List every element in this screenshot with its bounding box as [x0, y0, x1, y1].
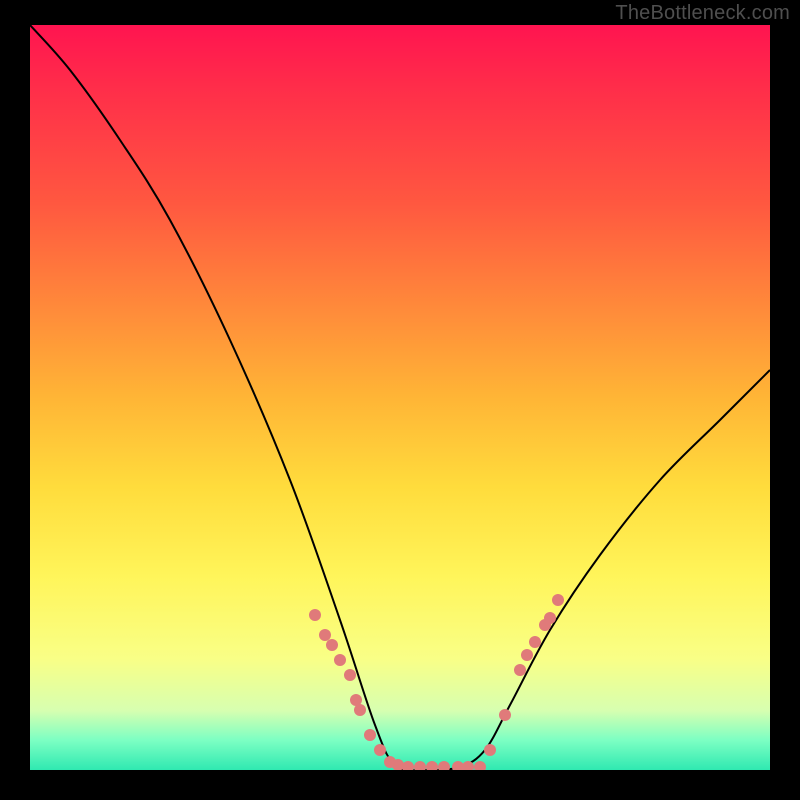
marker-dot — [438, 761, 450, 770]
marker-dot — [499, 709, 511, 721]
chart-stage: TheBottleneck.com — [0, 0, 800, 800]
marker-dot — [484, 744, 496, 756]
marker-dot — [426, 761, 438, 770]
marker-dot — [344, 669, 356, 681]
marker-dot — [326, 639, 338, 651]
marker-dot — [374, 744, 386, 756]
marker-dot — [402, 761, 414, 770]
marker-dot — [319, 629, 331, 641]
marker-dot — [334, 654, 346, 666]
marker-dot — [544, 612, 556, 624]
marker-dot — [364, 729, 376, 741]
marker-dot — [529, 636, 541, 648]
bottleneck-curve — [30, 25, 770, 770]
marker-dot — [414, 761, 426, 770]
plot-area — [30, 25, 770, 770]
marker-dot — [514, 664, 526, 676]
marker-dots — [309, 594, 564, 770]
marker-dot — [474, 761, 486, 770]
marker-dot — [309, 609, 321, 621]
curve-layer — [30, 25, 770, 770]
marker-dot — [552, 594, 564, 606]
marker-dot — [354, 704, 366, 716]
marker-dot — [521, 649, 533, 661]
main-curve — [30, 25, 770, 770]
watermark-text: TheBottleneck.com — [615, 2, 790, 25]
